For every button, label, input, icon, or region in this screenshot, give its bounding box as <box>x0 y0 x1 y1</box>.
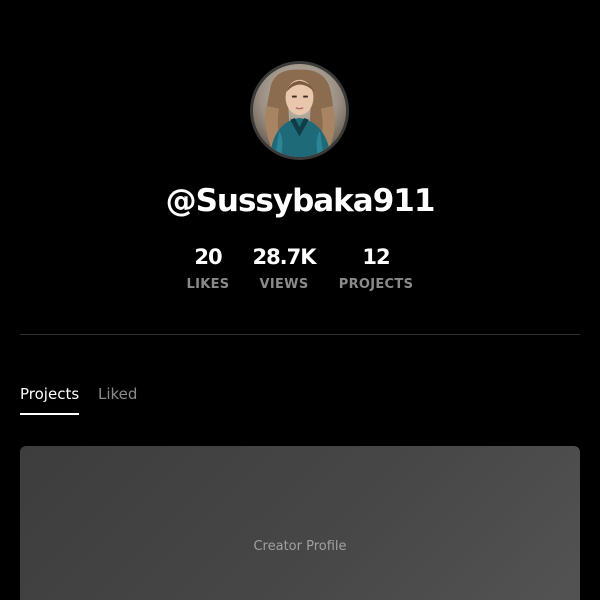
section-divider <box>20 334 580 335</box>
tab-projects[interactable]: Projects <box>20 383 80 415</box>
project-card-title: Creator Profile <box>253 539 347 554</box>
views-count: 28.7K <box>252 245 316 269</box>
stat-projects: 12 PROJECTS <box>326 243 426 293</box>
project-card[interactable]: Creator Profile <box>20 446 580 600</box>
username: @Sussybaka911 <box>165 183 436 219</box>
projects-label: PROJECTS <box>338 277 414 292</box>
profile-page: @Sussybaka911 20 LIKES 28.7K VIEWS 12 PR… <box>0 0 600 600</box>
profile-photo-icon <box>253 64 346 157</box>
projects-count: 12 <box>362 245 390 269</box>
views-label: VIEWS <box>259 277 309 292</box>
stat-views: 28.7K VIEWS <box>234 243 334 293</box>
tab-liked[interactable]: Liked <box>98 383 137 405</box>
avatar[interactable] <box>250 61 349 160</box>
profile-stats: 20 LIKES 28.7K VIEWS 12 PROJECTS <box>0 243 600 303</box>
